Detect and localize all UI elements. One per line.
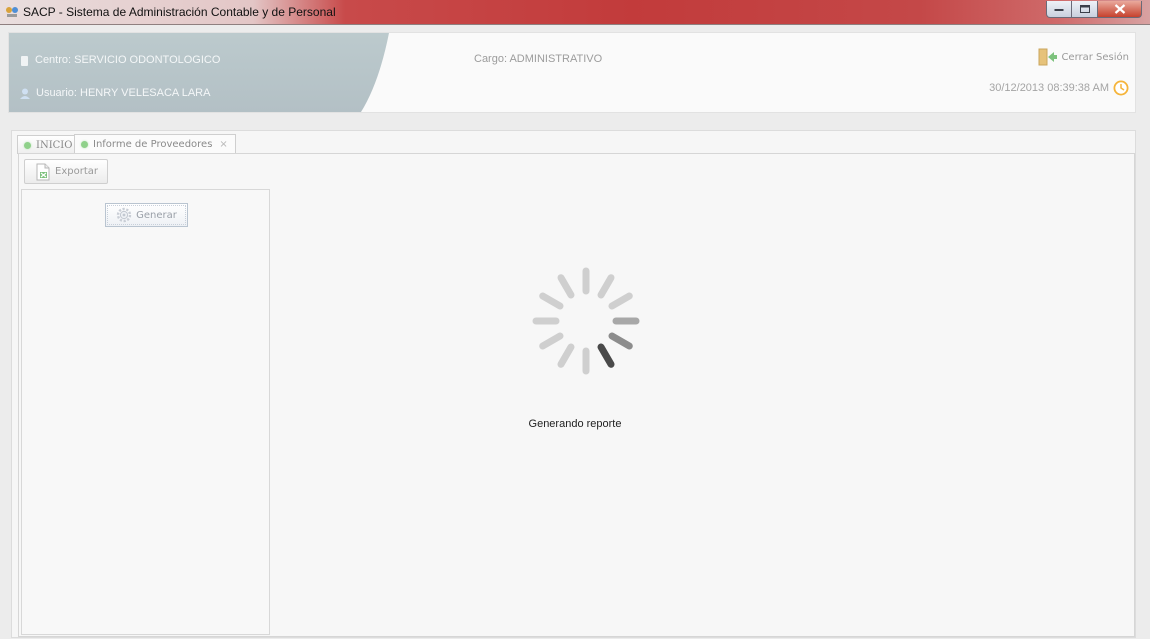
- maximize-icon: [1079, 5, 1090, 13]
- tab-inicio[interactable]: INICIO: [17, 135, 81, 154]
- window-titlebar[interactable]: SACP - Sistema de Administración Contabl…: [0, 0, 1150, 25]
- tab-status-dot: [24, 141, 31, 149]
- usuario-row: Usuario: HENRY VELESACA LARA: [20, 87, 210, 99]
- centro-label: Centro: SERVICIO ODONTOLOGICO: [35, 54, 221, 66]
- clock-icon: [1113, 80, 1129, 96]
- spinner-bar: [608, 292, 633, 310]
- tab-content: Exportar Generar Generando reporte: [18, 153, 1135, 637]
- tab-label: INICIO: [36, 139, 73, 151]
- close-icon: [1114, 4, 1125, 14]
- window-title: SACP - Sistema de Administración Contabl…: [23, 5, 336, 19]
- generate-label: Generar: [136, 209, 177, 221]
- app-icon: [6, 7, 18, 17]
- spinner-bar: [557, 343, 575, 368]
- spinner-bar: [557, 274, 575, 299]
- tab-status-dot: [81, 141, 88, 148]
- centro-row: Centro: SERVICIO ODONTOLOGICO: [20, 54, 220, 66]
- loading-spinner-icon: [532, 267, 640, 375]
- maximize-button[interactable]: [1072, 1, 1098, 18]
- tab-label: Informe de Proveedores: [93, 139, 213, 150]
- export-button[interactable]: Exportar: [24, 159, 108, 184]
- generate-button[interactable]: Generar: [105, 203, 188, 227]
- session-header: Centro: SERVICIO ODONTOLOGICO Usuario: H…: [8, 32, 1136, 113]
- excel-export-icon: [36, 163, 50, 180]
- spinner-bar: [539, 332, 564, 350]
- tab-informe-proveedores[interactable]: Informe de Proveedores ×: [74, 134, 236, 154]
- close-button[interactable]: [1098, 1, 1142, 18]
- logout-button[interactable]: Cerrar Sesión: [1038, 48, 1129, 66]
- tab-close-icon[interactable]: ×: [219, 139, 227, 150]
- minimize-button[interactable]: [1046, 1, 1072, 18]
- building-icon: [21, 55, 28, 66]
- tab-container: INICIO Informe de Proveedores × Exportar: [11, 130, 1136, 638]
- datetime-label: 30/12/2013 08:39:38 AM: [989, 82, 1109, 94]
- window-controls: [1046, 1, 1142, 19]
- loading-text: Generando reporte: [528, 418, 622, 430]
- datetime-display: 30/12/2013 08:39:38 AM: [989, 80, 1129, 96]
- spinner-bar: [597, 343, 615, 368]
- minimize-icon: [1054, 9, 1064, 11]
- spinner-bar: [597, 274, 615, 299]
- parameters-panel: Generar: [21, 189, 270, 635]
- gear-icon: [116, 207, 132, 223]
- logout-door-icon: [1038, 48, 1058, 66]
- spinner-bar: [539, 292, 564, 310]
- export-label: Exportar: [55, 166, 98, 177]
- user-icon: [20, 88, 30, 99]
- spinner-bar: [608, 332, 633, 350]
- usuario-label: Usuario: HENRY VELESACA LARA: [36, 87, 211, 99]
- user-info-panel: [9, 33, 389, 112]
- cargo-label: Cargo: ADMINISTRATIVO: [474, 53, 603, 65]
- logout-label: Cerrar Sesión: [1061, 51, 1129, 63]
